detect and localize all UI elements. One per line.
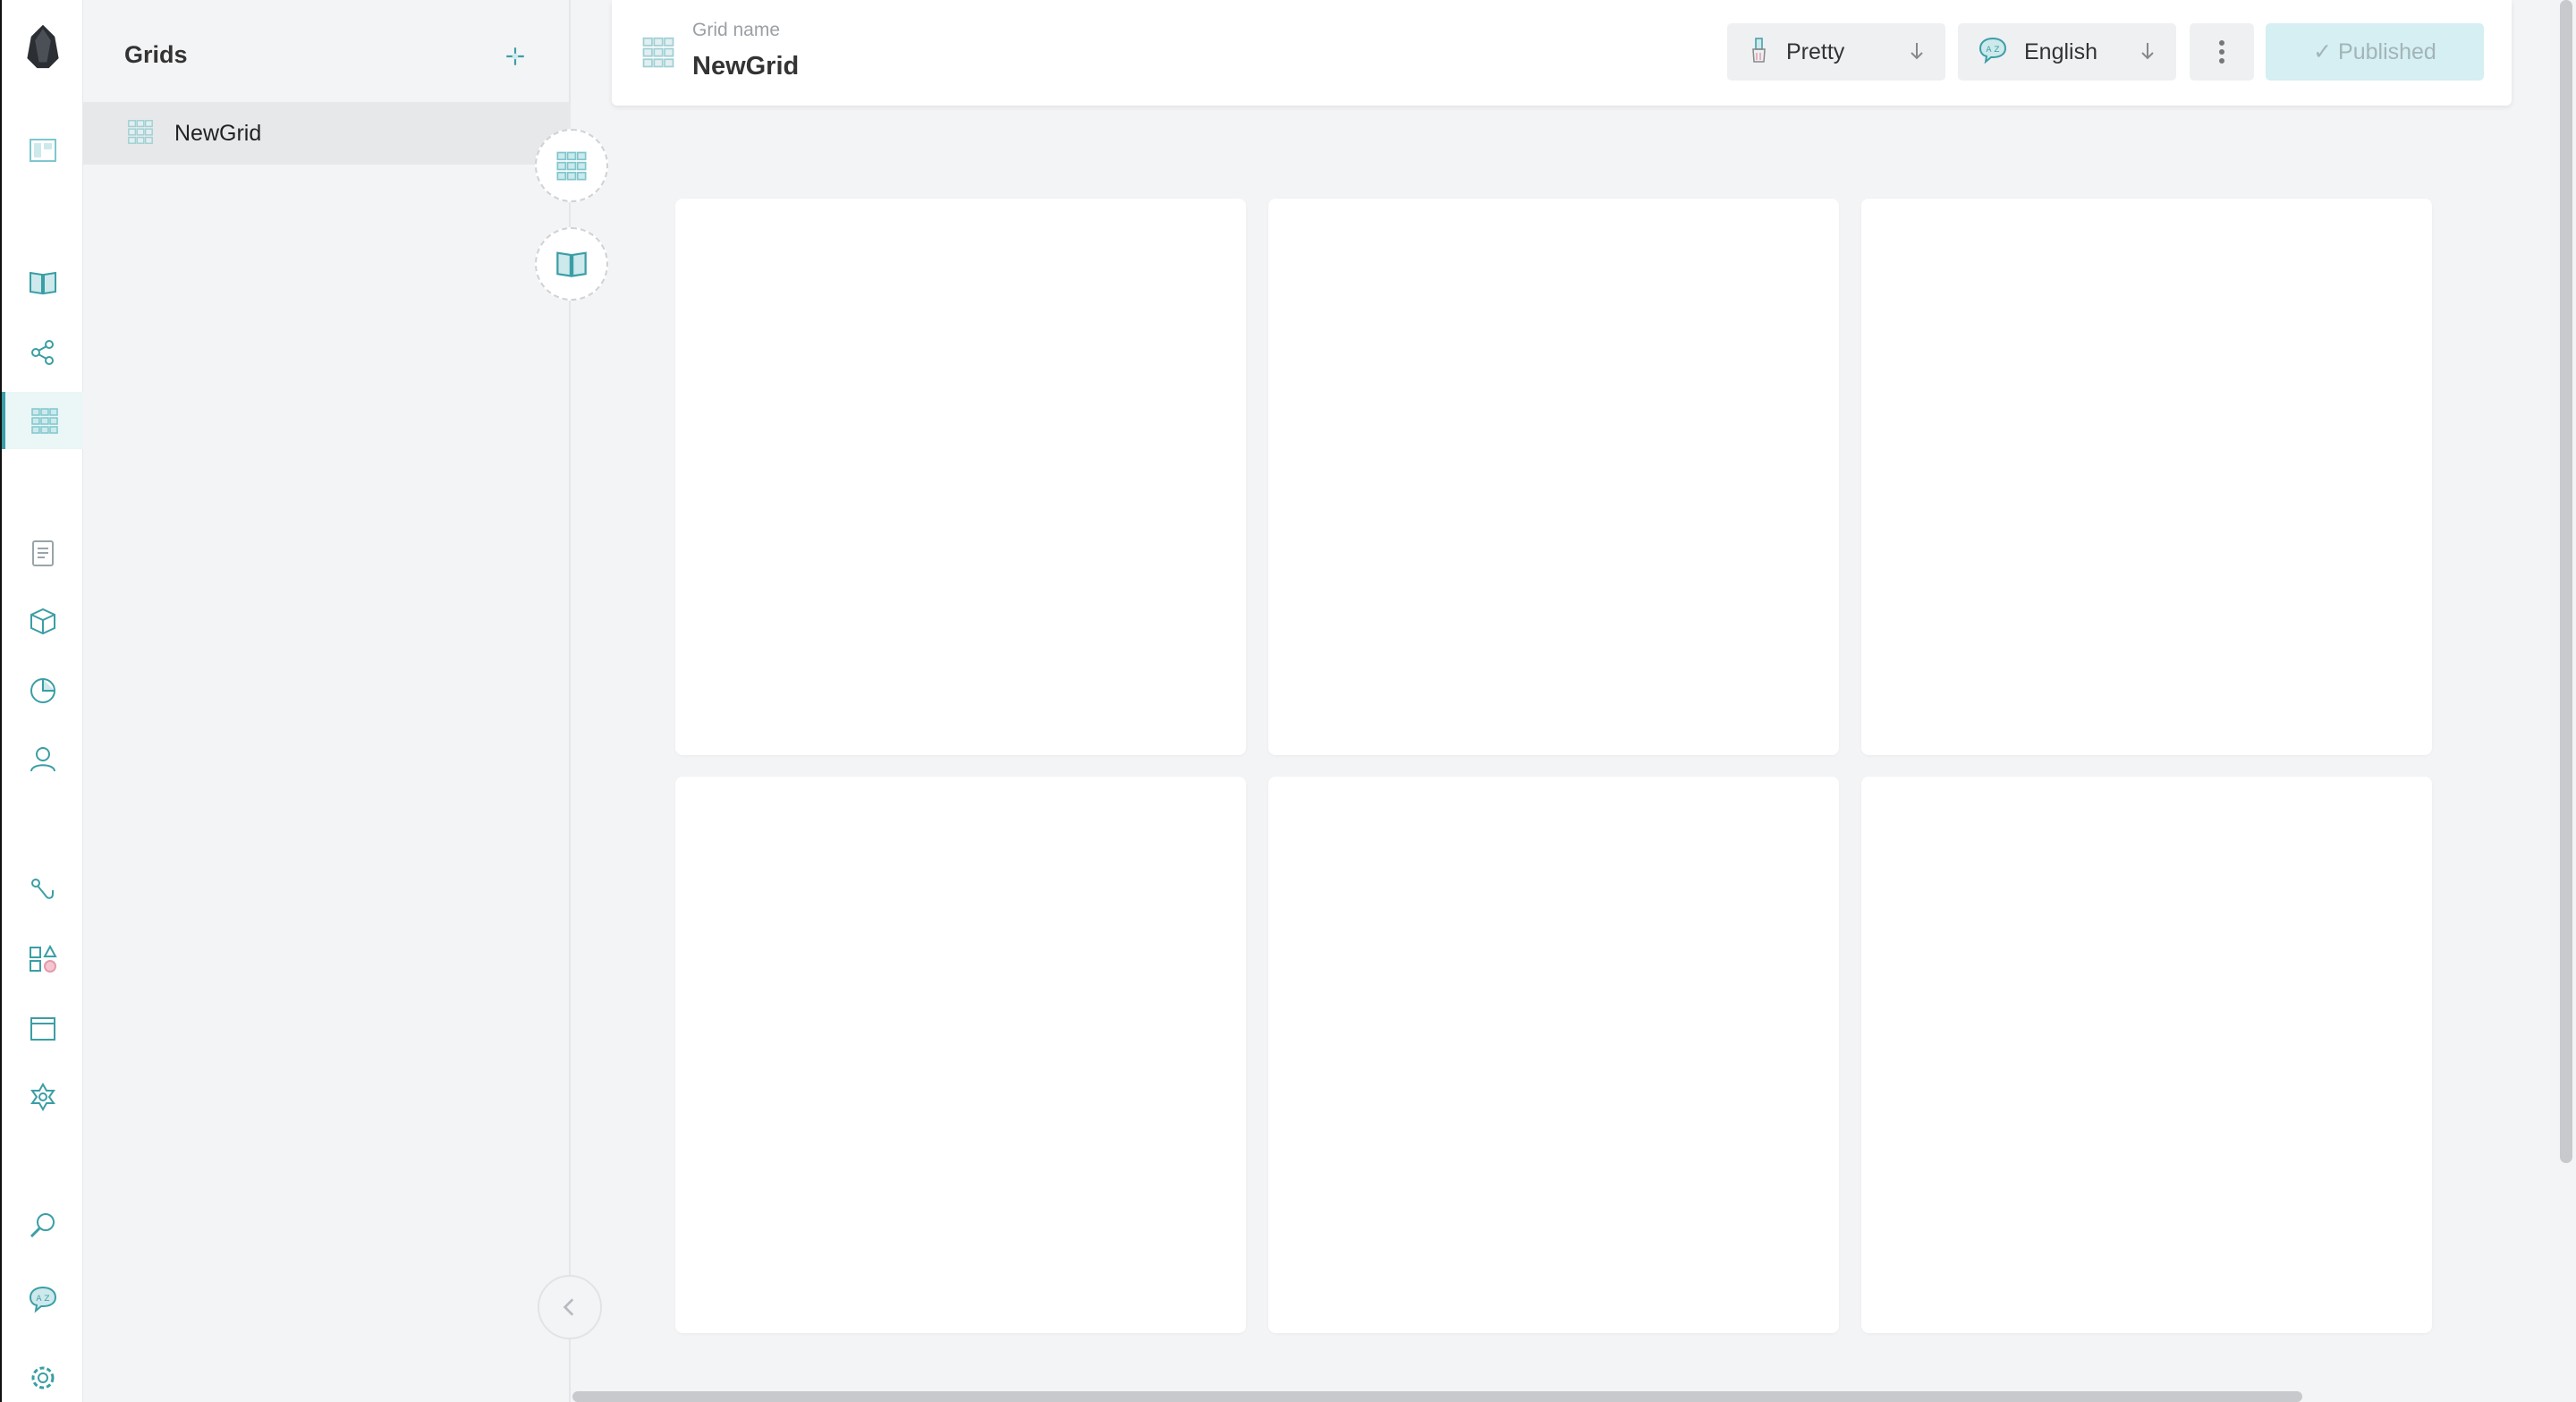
sidebar-title: Grids (124, 41, 188, 68)
horizontal-scrollbar[interactable] (572, 1391, 2302, 1402)
book-view-button[interactable] (535, 227, 608, 301)
window-icon[interactable] (2, 1000, 83, 1058)
search-icon[interactable] (2, 1197, 83, 1254)
published-button[interactable]: ✓ Published (2266, 23, 2484, 81)
language-dropdown-label: English (2024, 38, 2097, 64)
translate-icon[interactable]: A Z (2, 1270, 83, 1328)
grid-cell[interactable] (1268, 199, 1839, 755)
brush-icon (1749, 36, 1770, 69)
arrow-down-icon (1908, 39, 1926, 67)
grid-cell[interactable] (675, 199, 1246, 755)
grid-icon[interactable] (2, 392, 83, 449)
svg-text:A Z: A Z (1986, 46, 1999, 55)
pie-chart-icon[interactable] (2, 662, 83, 719)
grid-icon (126, 117, 155, 150)
user-icon[interactable] (2, 730, 83, 787)
more-options-button[interactable] (2190, 23, 2254, 81)
clipboard-icon[interactable] (2, 524, 83, 582)
theme-dropdown-label: Pretty (1786, 38, 1845, 64)
grid-view-button[interactable] (535, 129, 608, 202)
add-grid-button[interactable] (500, 41, 530, 72)
gear-icon[interactable] (2, 1349, 83, 1402)
language-dropdown[interactable]: A Z English (1958, 23, 2176, 81)
book-icon (556, 251, 587, 277)
grid-cell[interactable] (1861, 777, 2432, 1333)
sidebar-item-label: NewGrid (174, 120, 262, 146)
shapes-icon[interactable] (2, 930, 83, 988)
grid-name-field[interactable]: NewGrid (692, 52, 799, 81)
translate-icon: A Z (1978, 35, 2008, 70)
svg-text:A Z: A Z (36, 1295, 49, 1304)
plus-icon (506, 47, 524, 65)
grids-sidebar: Grids NewGrid (83, 0, 571, 1402)
vertical-scrollbar[interactable] (2560, 0, 2572, 1163)
grid-cell[interactable] (675, 777, 1246, 1333)
grid-cell[interactable] (1861, 199, 2432, 755)
settings-star-icon[interactable] (2, 1068, 83, 1126)
share-icon[interactable] (2, 324, 83, 381)
grid-header: Grid name NewGrid Pretty A Z English ✓ P… (612, 0, 2512, 106)
kebab-menu-icon (2219, 40, 2224, 64)
logo-icon[interactable] (2, 16, 83, 79)
icon-rail: A Z (0, 0, 83, 1402)
collapse-sidebar-button[interactable] (538, 1275, 602, 1339)
grid-name-label: Grid name (692, 20, 781, 40)
arrow-down-icon (2139, 39, 2157, 67)
grid-icon (556, 151, 587, 181)
box-icon[interactable] (2, 592, 83, 650)
theme-dropdown[interactable]: Pretty (1727, 23, 1945, 81)
chevron-left-icon (563, 1298, 574, 1316)
book-icon[interactable] (2, 254, 83, 311)
sidebar-item-newgrid[interactable]: NewGrid (83, 102, 571, 165)
dashboard-icon[interactable] (2, 122, 83, 179)
grid-icon (640, 34, 676, 74)
grid-cell[interactable] (1268, 777, 1839, 1333)
hook-icon[interactable] (2, 862, 83, 920)
